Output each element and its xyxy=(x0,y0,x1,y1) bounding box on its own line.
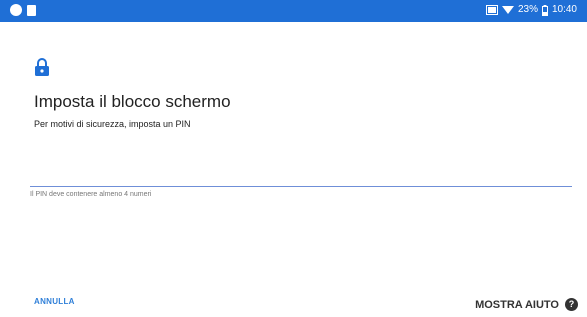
page-subtitle: Per motivi di sicurezza, imposta un PIN xyxy=(34,119,191,129)
help-button[interactable]: MOSTRA AIUTO ? xyxy=(475,298,578,311)
sd-card-icon xyxy=(27,4,36,16)
status-right: 23% 10:40 xyxy=(485,4,577,16)
time-text: 10:40 xyxy=(551,4,577,15)
circle-notification-icon xyxy=(10,4,22,16)
pin-input[interactable] xyxy=(30,166,572,187)
wifi-icon xyxy=(501,6,514,14)
screen-cast-icon xyxy=(485,5,498,15)
pin-hint: Il PIN deve contenere almeno 4 numeri xyxy=(30,191,152,198)
battery-icon xyxy=(541,4,548,16)
status-bar: 23% 10:40 xyxy=(0,0,587,22)
status-left xyxy=(10,4,36,16)
cancel-button[interactable]: ANNULLA xyxy=(34,297,75,306)
page-title: Imposta il blocco schermo xyxy=(34,92,231,111)
help-icon: ? xyxy=(565,298,578,311)
lock-icon xyxy=(35,58,49,76)
battery-text: 23% xyxy=(517,4,538,15)
help-button-label: MOSTRA AIUTO xyxy=(475,298,559,311)
